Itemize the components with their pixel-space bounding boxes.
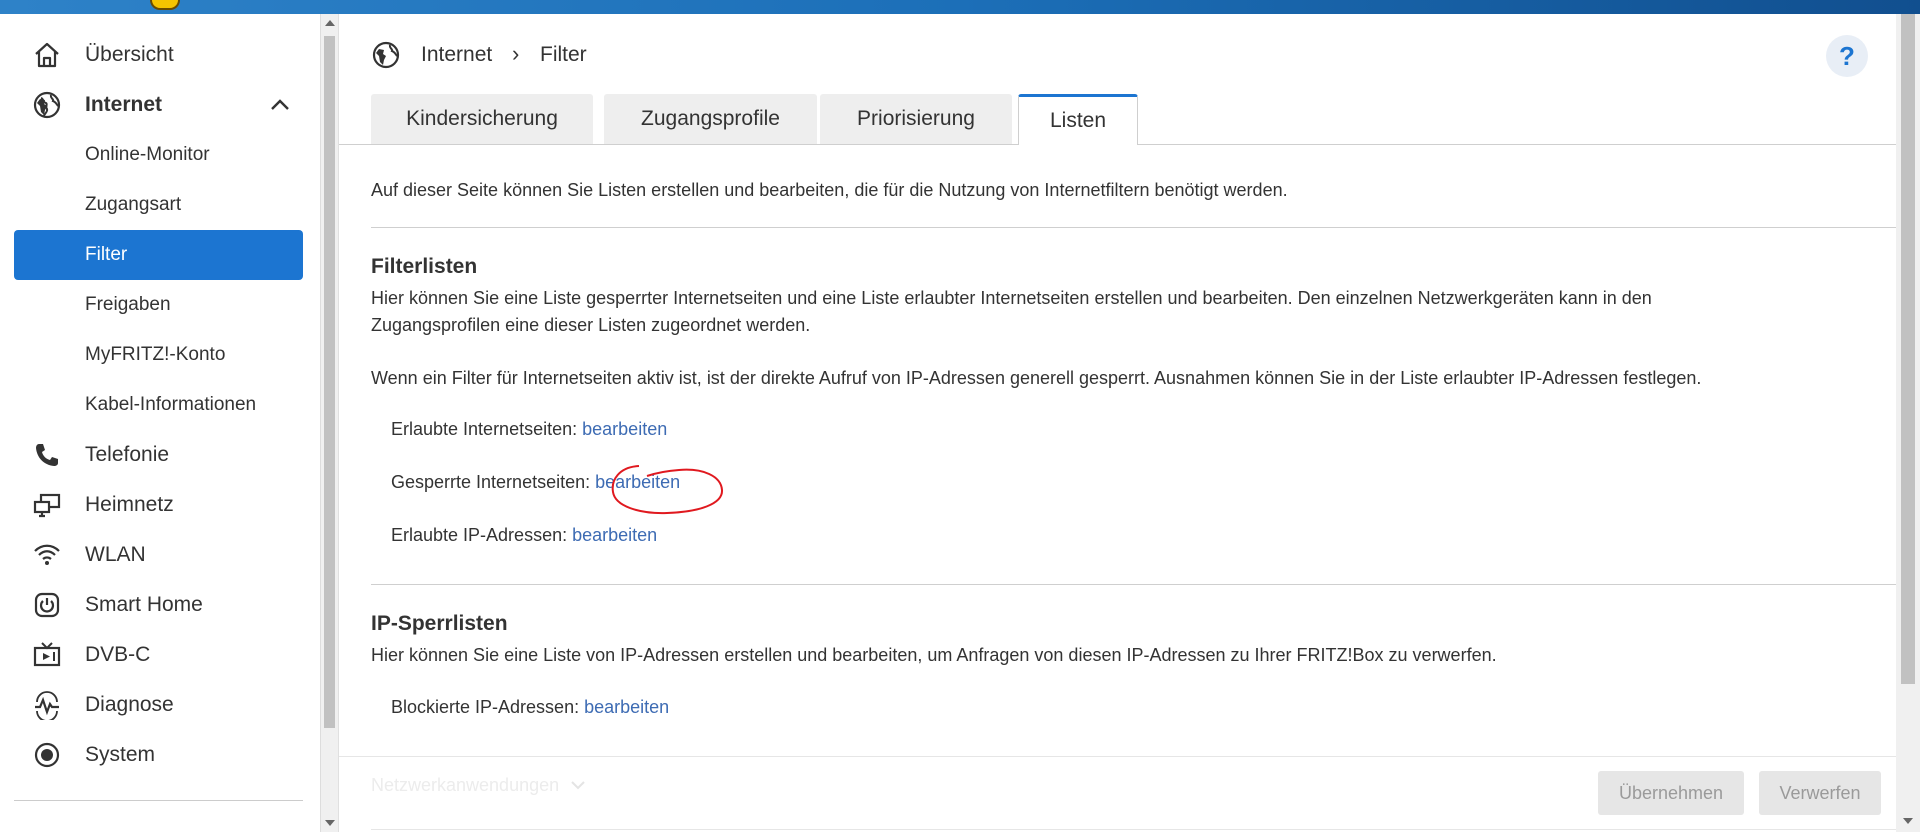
sidebar-item-label: Online-Monitor <box>85 144 210 165</box>
tab-priorisierung[interactable]: Priorisierung <box>820 94 1012 144</box>
sidebar-item-diagnose[interactable]: Diagnose <box>14 680 303 730</box>
ip-sperrlisten-heading: IP-Sperrlisten <box>371 612 508 635</box>
breadcrumb-separator-icon: › <box>512 41 520 66</box>
page-scrollbar[interactable] <box>1896 14 1920 832</box>
scroll-down-arrow-icon[interactable] <box>1903 818 1913 824</box>
page-scrollbar-thumb[interactable] <box>1901 14 1915 684</box>
sidebar-item-internet[interactable]: Internet <box>14 80 303 130</box>
chevron-up-icon[interactable] <box>267 92 293 118</box>
sidebar: Übersicht Internet Online-Monitor Zugang… <box>0 14 321 832</box>
sidebar-item-zugangsart[interactable]: Zugangsart <box>14 180 303 230</box>
filterlisten-note: Wenn ein Filter für Internetseiten aktiv… <box>371 368 1702 388</box>
sidebar-item-online-monitor[interactable]: Online-Monitor <box>14 130 303 180</box>
erlaubte-internetseiten-edit-link[interactable]: bearbeiten <box>582 419 667 439</box>
sidebar-scrollbar[interactable] <box>320 14 338 832</box>
wifi-icon <box>34 544 60 565</box>
sidebar-item-label: System <box>85 743 156 766</box>
sidebar-item-label: Smart Home <box>85 593 203 616</box>
divider <box>371 227 1897 228</box>
sidebar-item-kabel-informationen[interactable]: Kabel-Informationen <box>14 380 303 430</box>
globe-icon <box>33 91 61 119</box>
sidebar-item-telefonie[interactable]: Telefonie <box>14 430 303 480</box>
tab-kindersicherung[interactable]: Kindersicherung <box>371 94 593 144</box>
apply-button[interactable]: Übernehmen <box>1598 771 1744 815</box>
erlaubte-ip-adressen-label: Erlaubte IP-Adressen: <box>391 525 568 545</box>
sidebar-item-wlan[interactable]: WLAN <box>14 530 303 580</box>
list-item: Erlaubte Internetseiten: bearbeiten <box>391 419 667 440</box>
sidebar-item-filter[interactable]: Filter <box>14 230 303 280</box>
home-icon <box>35 42 59 68</box>
top-bar <box>0 0 1920 14</box>
list-item: Gesperrte Internetseiten: bearbeiten <box>391 472 680 493</box>
system-icon <box>34 742 60 768</box>
tv-icon <box>33 642 61 667</box>
sidebar-item-heimnetz[interactable]: Heimnetz <box>14 480 303 530</box>
sidebar-item-label: MyFRITZ!-Konto <box>85 344 226 365</box>
sidebar-item-label: Freigaben <box>85 294 171 315</box>
sidebar-scrollbar-thumb[interactable] <box>324 36 335 728</box>
blockierte-ip-adressen-edit-link[interactable]: bearbeiten <box>584 697 669 717</box>
ip-sperrlisten-description: Hier können Sie eine Liste von IP-Adress… <box>371 645 1497 665</box>
power-icon <box>34 592 60 618</box>
list-item: Blockierte IP-Adressen: bearbeiten <box>391 697 669 718</box>
sidebar-item-label: Internet <box>85 93 163 116</box>
sidebar-item-myfritz-konto[interactable]: MyFRITZ!-Konto <box>14 330 303 380</box>
globe-icon <box>372 41 400 69</box>
filterlisten-description-line1: Hier können Sie eine Liste gesperrter In… <box>371 288 1652 308</box>
chevron-down-icon <box>571 781 585 790</box>
sidebar-item-label: Zugangsart <box>85 194 182 215</box>
network-icon <box>33 493 61 518</box>
breadcrumb-filter: Filter <box>540 43 587 66</box>
sidebar-item-uebersicht[interactable]: Übersicht <box>14 30 303 80</box>
sidebar-item-freigaben[interactable]: Freigaben <box>14 280 303 330</box>
divider <box>371 584 1897 585</box>
netzwerkanwendungen-label: Netzwerkanwendungen <box>371 775 560 795</box>
sidebar-item-label: WLAN <box>85 543 146 566</box>
help-button[interactable]: ? <box>1826 35 1868 77</box>
sidebar-item-dvb-c[interactable]: DVB-C <box>14 630 303 680</box>
breadcrumb-internet[interactable]: Internet <box>421 43 492 67</box>
scroll-up-arrow-icon[interactable] <box>325 20 335 26</box>
erlaubte-internetseiten-label: Erlaubte Internetseiten: <box>391 419 578 439</box>
main-content: Internet › Filter ? Kindersicherung Zuga… <box>338 14 1897 833</box>
sidebar-item-label: Übersicht <box>85 43 174 66</box>
divider <box>371 829 1897 830</box>
diagnosis-icon <box>35 691 59 720</box>
scroll-down-arrow-icon[interactable] <box>325 820 335 826</box>
discard-button[interactable]: Verwerfen <box>1759 771 1881 815</box>
sidebar-item-label: DVB-C <box>85 643 151 666</box>
sidebar-item-label: Diagnose <box>85 693 174 716</box>
sidebar-item-label: Kabel-Informationen <box>85 394 257 415</box>
gesperrte-internetseiten-label: Gesperrte Internetseiten: <box>391 472 591 492</box>
filterlisten-heading: Filterlisten <box>371 255 478 278</box>
fritz-logo-icon <box>150 0 180 10</box>
tab-zugangsprofile[interactable]: Zugangsprofile <box>604 94 817 144</box>
intro-text: Auf dieser Seite können Sie Listen erste… <box>371 180 1288 200</box>
blockierte-ip-adressen-label: Blockierte IP-Adressen: <box>391 697 580 717</box>
sidebar-item-label: Heimnetz <box>85 493 174 516</box>
phone-icon <box>36 444 58 466</box>
netzwerkanwendungen-section[interactable]: Netzwerkanwendungen <box>371 775 586 796</box>
sidebar-item-smart-home[interactable]: Smart Home <box>14 580 303 630</box>
filterlisten-description-line2: Zugangsprofilen eine dieser Listen zugeo… <box>371 315 811 335</box>
erlaubte-ip-adressen-edit-link[interactable]: bearbeiten <box>572 525 657 545</box>
footer-bar: Netzwerkanwendungen Übernehmen Verwerfen <box>339 756 1897 833</box>
sidebar-item-label: Telefonie <box>85 443 170 466</box>
sidebar-item-label: Filter <box>85 244 128 265</box>
sidebar-divider <box>14 800 303 801</box>
list-item: Erlaubte IP-Adressen: bearbeiten <box>391 525 657 546</box>
sidebar-item-system[interactable]: System <box>14 730 303 780</box>
gesperrte-internetseiten-edit-link[interactable]: bearbeiten <box>595 472 680 492</box>
tab-listen[interactable]: Listen <box>1018 94 1138 145</box>
